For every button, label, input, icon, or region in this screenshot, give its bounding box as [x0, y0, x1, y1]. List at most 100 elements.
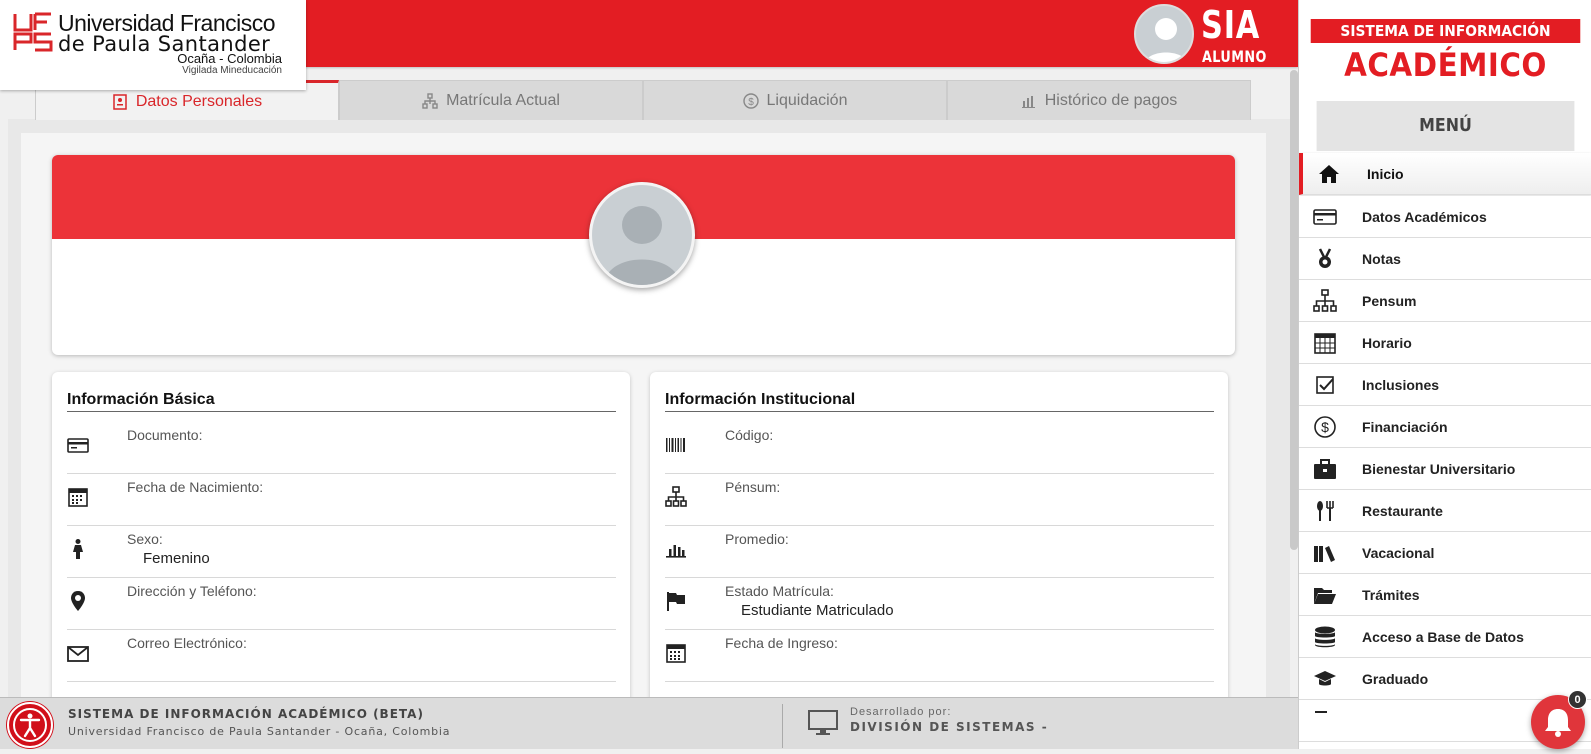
field-label: Fecha de Ingreso:	[725, 635, 838, 651]
tab-label: Histórico de pagos	[1044, 91, 1178, 109]
menu-item-label: Graduado	[1362, 670, 1429, 687]
accessibility-icon	[13, 708, 47, 742]
menu-item-financiacion[interactable]: $ Financiación	[1299, 406, 1591, 448]
books-icon	[1314, 545, 1335, 562]
profile-avatar[interactable]	[589, 182, 695, 288]
menu-item-bienestar[interactable]: Bienestar Universitario	[1299, 448, 1591, 490]
menu-item-label: Notas	[1362, 250, 1401, 267]
menu-item-label: Inclusiones	[1362, 376, 1440, 393]
university-logo[interactable]: Universidad Francisco de Paula Santander…	[0, 0, 306, 90]
info-row-fecha-ingreso: Fecha de Ingreso:	[665, 630, 1214, 682]
field-label: Código:	[725, 427, 774, 443]
basic-info-card: Información Básica Documento: Fecha de N…	[52, 372, 630, 712]
menu-item-inicio[interactable]: Inicio	[1299, 153, 1591, 195]
partial-menu-icon	[1315, 710, 1327, 713]
field-label: Estado Matrícula:	[725, 583, 834, 599]
bar-chart-icon	[666, 545, 686, 558]
footer: SISTEMA DE INFORMACIÓN ACADÉMICO (BETA) …	[0, 697, 1298, 749]
checkbox-icon	[1316, 375, 1334, 394]
menu-item-datos-academicos[interactable]: Datos Académicos	[1299, 196, 1591, 238]
menu-item-graduado[interactable]: Graduado	[1299, 658, 1591, 700]
footer-subtitle: Universidad Francisco de Paula Santander…	[68, 725, 451, 738]
notification-count-badge: 0	[1568, 690, 1587, 709]
institutional-info-card: Información Institucional Código: Pénsum…	[650, 372, 1228, 712]
menu-item-inclusiones[interactable]: Inclusiones	[1299, 364, 1591, 406]
info-row-fecha-nacimiento: Fecha de Nacimiento:	[67, 474, 616, 526]
menu-title: MENÚ	[1316, 101, 1575, 151]
menu-item-label: Restaurante	[1362, 502, 1443, 519]
medal-icon	[1318, 247, 1332, 268]
system-name: ACADÉMICO	[1344, 46, 1547, 84]
menu-item-restaurante[interactable]: Restaurante	[1299, 490, 1591, 532]
info-row-pensum: Pénsum:	[665, 474, 1214, 526]
menu-item-pensum[interactable]: Pensum	[1299, 280, 1591, 322]
org-chart-icon	[1313, 288, 1337, 312]
info-row-estado-matricula: Estado Matrícula: Estudiante Matriculado	[665, 578, 1214, 630]
info-row-documento: Documento:	[67, 422, 616, 474]
info-row-codigo: Código:	[665, 422, 1214, 474]
sia-brand: SIA	[1201, 3, 1261, 47]
home-icon	[1319, 164, 1339, 183]
envelope-icon	[67, 646, 89, 662]
calendar-icon	[68, 488, 88, 507]
user-avatar[interactable]	[1134, 4, 1194, 64]
menu-item-horario[interactable]: Horario	[1299, 322, 1591, 364]
field-label: Sexo:	[127, 531, 163, 547]
id-card-icon	[113, 93, 127, 110]
id-card-icon	[67, 438, 89, 453]
institutional-info-title: Información Institucional	[665, 391, 1214, 412]
system-label: SISTEMA DE INFORMACIÓN	[1310, 19, 1581, 43]
monitor-icon	[808, 710, 838, 735]
tab-historico-pagos[interactable]: Histórico de pagos	[947, 80, 1251, 120]
university-location: Ocaña - Colombia	[177, 51, 282, 66]
info-row-sexo: Sexo: Femenino	[67, 526, 616, 578]
barcode-icon	[666, 438, 685, 452]
field-value: Femenino	[143, 550, 210, 567]
menu-item-base-datos[interactable]: Acceso a Base de Datos	[1299, 616, 1591, 658]
map-pin-icon	[71, 591, 85, 611]
tab-label: Liquidación	[766, 91, 848, 109]
menu-item-vacacional[interactable]: Vacacional	[1299, 532, 1591, 574]
tab-liquidacion[interactable]: $ Liquidación	[643, 80, 947, 120]
tab-label: Datos Personales	[135, 92, 263, 110]
svg-text:$: $	[748, 97, 754, 108]
footer-divider	[782, 704, 783, 748]
menu-item-label: Vacacional	[1362, 544, 1435, 561]
menu-item-tramites[interactable]: Trámites	[1299, 574, 1591, 616]
info-row-correo: Correo Electrónico:	[67, 630, 616, 682]
vigilada-text: Vigilada Mineducación	[182, 65, 282, 76]
tab-matricula-actual[interactable]: Matrícula Actual	[339, 80, 643, 120]
svg-text:$: $	[1321, 419, 1329, 435]
field-label: Correo Electrónico:	[127, 635, 247, 651]
role-label: ALUMNO	[1202, 47, 1267, 66]
bar-chart-icon	[1021, 95, 1035, 108]
info-row-promedio: Promedio:	[665, 526, 1214, 578]
menu-item-notas[interactable]: Notas	[1299, 238, 1591, 280]
menu-item-label: Bienestar Universitario	[1362, 460, 1516, 477]
menu-item-label: Financiación	[1362, 418, 1448, 435]
dollar-circle-icon: $	[1314, 415, 1336, 438]
calendar-icon	[1314, 332, 1336, 354]
menu-item-label: Datos Académicos	[1362, 208, 1487, 225]
info-row-direccion: Dirección y Teléfono:	[67, 578, 616, 630]
field-label: Dirección y Teléfono:	[127, 583, 257, 599]
folder-open-icon	[1314, 587, 1336, 604]
basic-info-title: Información Básica	[67, 391, 616, 412]
female-icon	[73, 539, 83, 559]
menu-item-label: Acceso a Base de Datos	[1362, 628, 1524, 645]
main-scrollbar[interactable]	[1290, 70, 1298, 550]
field-label: Fecha de Nacimiento:	[127, 479, 264, 495]
menu-item-label: Horario	[1362, 334, 1412, 351]
footer-title: SISTEMA DE INFORMACIÓN ACADÉMICO (BETA)	[68, 707, 424, 721]
menu-item-label: Pensum	[1362, 292, 1417, 309]
calendar-icon	[666, 644, 686, 663]
accessibility-button[interactable]	[7, 702, 53, 748]
user-silhouette-icon	[604, 206, 680, 285]
field-label: Promedio:	[725, 531, 789, 547]
database-icon	[1315, 626, 1335, 647]
org-chart-icon	[665, 486, 687, 507]
briefcase-icon	[1314, 458, 1336, 479]
tab-label: Matrícula Actual	[446, 91, 560, 109]
org-chart-icon	[422, 92, 438, 109]
right-sidebar: SISTEMA DE INFORMACIÓN ACADÉMICO MENÚ In…	[1298, 0, 1591, 749]
